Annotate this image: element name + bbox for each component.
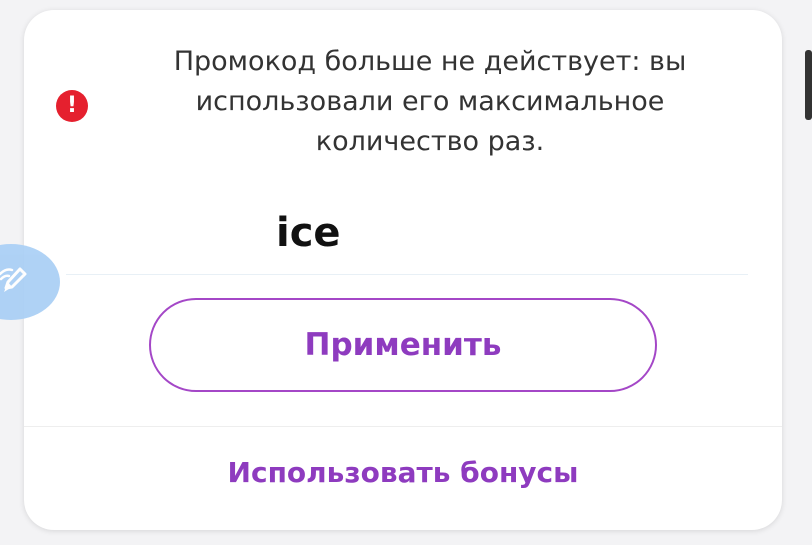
edge-handle (805, 50, 812, 120)
divider (24, 426, 782, 427)
use-bonuses-link[interactable]: Использовать бонусы (24, 456, 782, 489)
error-message: Промокод больше не действует: вы использ… (173, 46, 687, 157)
screen: ! Промокод больше не действует: вы испол… (0, 0, 812, 545)
pencil-icon (0, 267, 27, 292)
input-underline (66, 274, 748, 275)
error-exclamation-icon: ! (56, 90, 88, 122)
promo-code-input[interactable] (276, 205, 696, 261)
apply-button[interactable]: Применить (149, 298, 657, 392)
